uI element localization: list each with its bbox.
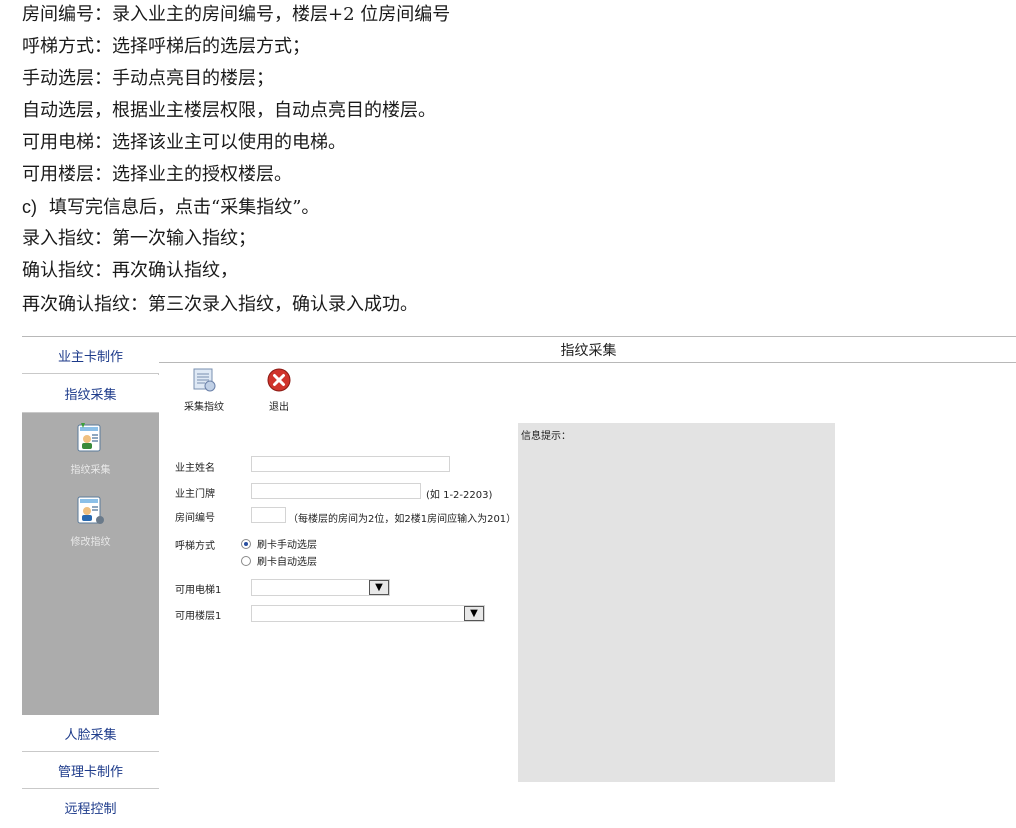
fingerprint-collect-icon xyxy=(77,423,100,452)
radio-unchecked xyxy=(241,555,251,566)
elevator-select[interactable]: ▼ xyxy=(251,579,390,596)
doc-line: 自动选层，根据业主楼层权限，自动点亮目的楼层。 xyxy=(22,100,436,121)
dropdown-arrow-icon[interactable]: ▼ xyxy=(369,580,389,595)
doc-line: 再次确认指纹：第三次录入指纹，确认录入成功。 xyxy=(22,294,418,315)
radio-manual-select[interactable]: 刷卡手动选层 xyxy=(241,536,317,551)
nav-owner-card[interactable]: 业主卡制作 xyxy=(22,337,159,374)
info-title: 信息提示： xyxy=(521,431,571,442)
panel-item-label: 指纹采集 xyxy=(70,465,111,476)
radio-auto-select[interactable]: 刷卡自动选层 xyxy=(241,553,317,568)
doc-line: 录入指纹：第一次输入指纹； xyxy=(22,228,256,249)
nav-fingerprint[interactable]: 指纹采集 xyxy=(22,375,159,413)
nav-admin-card[interactable]: 管理卡制作 xyxy=(22,752,159,789)
close-icon xyxy=(267,368,291,392)
doc-line: 房间编号：录入业主的房间编号，楼层+2 位房间编号 xyxy=(22,4,451,25)
owner-name-label: 业主姓名 xyxy=(175,463,215,474)
exit-label: 退出 xyxy=(269,402,289,413)
dropdown-arrow-icon[interactable]: ▼ xyxy=(464,606,484,621)
door-hint: (如 1-2-2203) xyxy=(426,490,493,501)
nav-face[interactable]: 人脸采集 xyxy=(22,715,159,752)
doc-line: 可用楼层：选择业主的授权楼层。 xyxy=(22,164,292,185)
sidebar: 业主卡制作 指纹采集 指纹采集 修改指纹 人脸采集 管理卡制作 远程控制 xyxy=(22,337,159,825)
main-area: 指纹采集 采集指纹 退出 业主姓名 业主门牌 (如 1-2-2203) 房间编号… xyxy=(159,337,1016,825)
floor-label: 可用楼层1 xyxy=(175,611,222,622)
door-input[interactable] xyxy=(251,483,421,499)
fingerprint-scan-icon xyxy=(193,368,216,392)
fingerprint-edit-icon xyxy=(77,496,104,524)
window-title: 指纹采集 xyxy=(560,342,617,359)
window-title-bar: 指纹采集 xyxy=(159,337,1016,363)
floor-select[interactable]: ▼ xyxy=(251,605,485,622)
owner-name-input[interactable] xyxy=(251,456,450,472)
doc-line: 确认指纹：再次确认指纹， xyxy=(22,260,238,281)
room-hint: （每楼层的房间为2位，如2楼1房间应输入为201） xyxy=(288,514,517,525)
elevator-label: 可用电梯1 xyxy=(175,585,222,596)
doc-line: 呼梯方式：选择呼梯后的选层方式； xyxy=(22,36,310,57)
radio-label: 刷卡手动选层 xyxy=(257,540,317,551)
call-mode-label: 呼梯方式 xyxy=(175,541,215,552)
list-item-text: 填写完信息后，点击“采集指纹”。 xyxy=(49,197,320,218)
app-window: 业主卡制作 指纹采集 指纹采集 修改指纹 人脸采集 管理卡制作 远程控制 指纹采… xyxy=(22,336,1016,825)
room-input[interactable] xyxy=(251,507,286,523)
panel-item-edit[interactable]: 修改指纹 xyxy=(22,493,159,548)
doc-line: 可用电梯：选择该业主可以使用的电梯。 xyxy=(22,132,346,153)
exit-button[interactable]: 退出 xyxy=(259,367,299,413)
info-panel: 信息提示： xyxy=(518,423,835,782)
panel-item-label: 修改指纹 xyxy=(70,537,111,548)
room-label: 房间编号 xyxy=(175,513,215,524)
doc-line: 手动选层：手动点亮目的楼层； xyxy=(22,68,274,89)
radio-checked xyxy=(241,538,251,549)
door-label: 业主门牌 xyxy=(175,489,215,500)
list-marker: c) xyxy=(22,197,37,217)
doc-line-list-item: c) 填写完信息后，点击“采集指纹”。 xyxy=(22,196,319,219)
collect-fingerprint-label: 采集指纹 xyxy=(184,402,224,413)
radio-label: 刷卡自动选层 xyxy=(257,557,317,568)
nav-remote-control[interactable]: 远程控制 xyxy=(22,789,159,825)
fingerprint-panel: 指纹采集 修改指纹 xyxy=(22,413,159,715)
collect-fingerprint-button[interactable]: 采集指纹 xyxy=(182,367,226,413)
panel-item-collect[interactable]: 指纹采集 xyxy=(22,421,159,476)
